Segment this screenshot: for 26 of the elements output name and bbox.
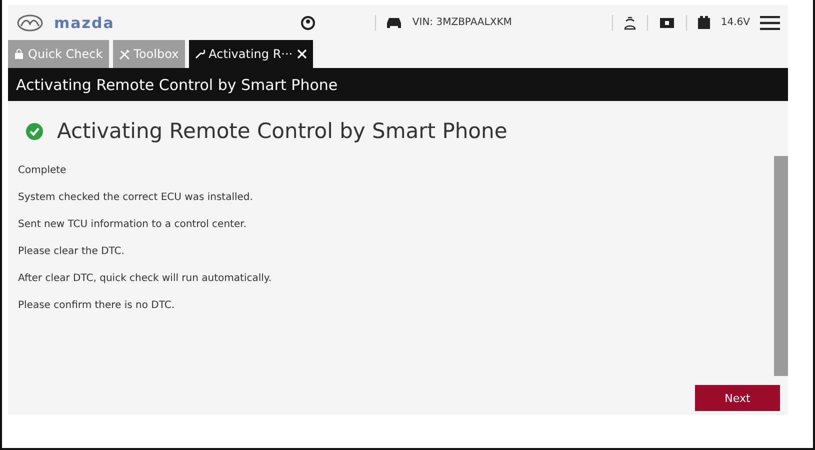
check-circle-icon: [26, 122, 43, 140]
close-icon[interactable]: [296, 49, 307, 59]
message-text: Sent new TCU information to a control center.: [18, 219, 248, 230]
battery-icon: [696, 16, 711, 29]
message-text: After clear DTC, quick check will run automatically.: [18, 273, 273, 284]
message-text: Please clear the DTC.: [18, 246, 126, 257]
page-heading: Activating Remote Control by Smart Phone: [57, 119, 508, 143]
lock-icon: [14, 49, 24, 59]
vin-text: VIN: 3MZBPAALXKM: [412, 17, 512, 28]
message-text: System checked the correct ECU was installed.: [18, 192, 254, 203]
tools-icon: [118, 48, 130, 60]
next-button[interactable]: Next: [695, 385, 780, 411]
signal-icon: [622, 14, 637, 30]
menu-icon[interactable]: [760, 16, 780, 30]
brand-logo: mazda: [54, 14, 114, 32]
logo-icon: [16, 14, 44, 32]
car-icon: [386, 16, 402, 28]
wrench-icon: [194, 49, 205, 59]
title-bar: Activating Remote Control by Smart Phone: [8, 68, 788, 101]
user-icon[interactable]: [301, 16, 316, 30]
message-text: Please confirm there is no DTC.: [18, 300, 176, 311]
message-text: Complete: [18, 165, 68, 176]
device-icon: [658, 16, 676, 28]
scrollbar[interactable]: [774, 156, 788, 376]
tab[interactable]: Activating R···: [188, 40, 313, 68]
voltage-text: 14.6V: [720, 17, 750, 28]
